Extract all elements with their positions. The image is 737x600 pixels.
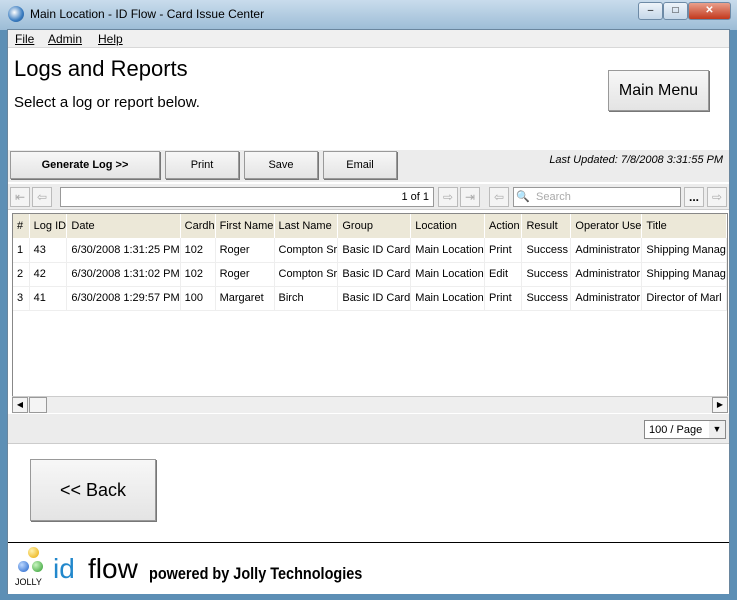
footer: JOLLY id flow powered by Jolly Technolog… xyxy=(8,542,729,594)
save-button[interactable]: Save xyxy=(244,151,318,179)
table-cell: Basic ID Card xyxy=(337,262,412,287)
title-bar: Main Location - ID Flow - Card Issue Cen… xyxy=(0,0,737,30)
column-header[interactable]: Log ID xyxy=(29,214,68,238)
table-cell: Shipping Manag xyxy=(641,262,727,287)
prev-page-icon[interactable]: ⇦ xyxy=(32,187,52,207)
table-cell: Margaret xyxy=(215,286,275,311)
table-cell: Compton Sr xyxy=(274,238,339,263)
first-page-icon[interactable]: ⇤ xyxy=(10,187,30,207)
jolly-logo: JOLLY xyxy=(12,545,48,593)
scroll-right-icon[interactable]: ▶ xyxy=(712,397,728,413)
last-updated: Last Updated: 7/8/2008 3:31:55 PM xyxy=(549,154,723,166)
table-cell: Roger xyxy=(215,238,275,263)
column-header[interactable]: Location xyxy=(410,214,486,238)
table-cell: Administrator xyxy=(570,238,643,263)
menu-bar: File Admin Help xyxy=(8,30,729,48)
page-size-select[interactable]: 100 / Page ▼ xyxy=(644,420,726,439)
main-menu-button[interactable]: Main Menu xyxy=(608,70,709,111)
print-button[interactable]: Print xyxy=(165,151,239,179)
column-header[interactable]: Last Name xyxy=(274,214,339,238)
table-cell: Basic ID Card xyxy=(337,238,412,263)
table-cell: Director of Marl xyxy=(641,286,727,311)
close-button[interactable]: ✕ xyxy=(688,2,731,20)
table-cell: Print xyxy=(484,286,523,311)
table-cell: 6/30/2008 1:31:25 PM xyxy=(66,238,181,263)
table-cell: Basic ID Card xyxy=(337,286,412,311)
scroll-left-icon[interactable]: ◀ xyxy=(12,397,28,413)
search-placeholder: Search xyxy=(536,191,571,203)
brand-flow: flow xyxy=(88,553,138,584)
table-cell: 42 xyxy=(29,262,68,287)
table-cell: Success xyxy=(521,238,572,263)
jolly-logo-text: JOLLY xyxy=(15,577,42,587)
back-button[interactable]: << Back xyxy=(30,459,156,521)
table-cell: Compton Sr xyxy=(274,262,339,287)
table-cell: Main Location xyxy=(410,238,486,263)
maximize-button[interactable]: □ xyxy=(663,2,688,20)
column-header[interactable]: Group xyxy=(337,214,412,238)
page-title: Logs and Reports xyxy=(14,56,188,81)
table-cell: 43 xyxy=(29,238,68,263)
email-button[interactable]: Email xyxy=(323,151,397,179)
page-subtitle: Select a log or report below. xyxy=(14,94,200,111)
brand-id: id xyxy=(53,553,75,584)
table-cell: Edit xyxy=(484,262,523,287)
next-page-icon[interactable]: ⇨ xyxy=(438,187,458,207)
table-cell: Print xyxy=(484,238,523,263)
app-icon xyxy=(8,6,24,22)
window-title: Main Location - ID Flow - Card Issue Cen… xyxy=(30,7,265,21)
table-cell: 6/30/2008 1:29:57 PM xyxy=(66,286,181,311)
column-header[interactable]: First Name xyxy=(215,214,275,238)
table-cell: 41 xyxy=(29,286,68,311)
table-cell: 3 xyxy=(13,286,30,311)
column-header[interactable]: Operator Use xyxy=(570,214,643,238)
table-cell: Administrator xyxy=(570,286,643,311)
navigation-bar: ⇤ ⇦ 1 of 1 ⇨ ⇥ ⇦ 🔍 Search ... ⇨ xyxy=(8,184,729,210)
column-header[interactable]: Date xyxy=(66,214,181,238)
search-back-icon[interactable]: ⇦ xyxy=(489,187,509,207)
table-cell: Success xyxy=(521,286,572,311)
column-header[interactable]: Action xyxy=(484,214,523,238)
binoculars-icon: 🔍 xyxy=(516,191,530,203)
table-row[interactable]: 2 42 6/30/2008 1:31:02 PM 102 Roger Compton S… xyxy=(13,262,727,287)
column-header[interactable]: Cardh xyxy=(180,214,216,238)
scroll-thumb[interactable] xyxy=(29,397,47,413)
table-cell: 102 xyxy=(180,262,216,287)
table-row[interactable]: 1 43 6/30/2008 1:31:25 PM 102 Roger Compton S… xyxy=(13,238,727,263)
table-cell: Roger xyxy=(215,262,275,287)
search-forward-icon[interactable]: ⇨ xyxy=(707,187,727,207)
app-window: File Admin Help Logs and Reports Select … xyxy=(7,29,730,594)
column-header[interactable]: Title xyxy=(641,214,727,238)
table-cell: 6/30/2008 1:31:02 PM xyxy=(66,262,181,287)
powered-by: powered by Jolly Technologies xyxy=(149,564,363,583)
pager-bar: 100 / Page ▼ xyxy=(8,414,729,444)
table-cell: 100 xyxy=(180,286,216,311)
table-cell: Administrator xyxy=(570,262,643,287)
table-cell: Main Location xyxy=(410,262,486,287)
last-page-icon[interactable]: ⇥ xyxy=(460,187,480,207)
page-size-value: 100 / Page xyxy=(649,424,703,436)
menu-help[interactable]: Help xyxy=(98,32,123,46)
table-row[interactable]: 3 41 6/30/2008 1:29:57 PM 100 Margaret Birch B… xyxy=(13,286,727,311)
table-cell: 1 xyxy=(13,238,30,263)
generate-log-button[interactable]: Generate Log >> xyxy=(10,151,160,179)
log-table: # Log ID Date Cardh First Name Last Name Group… xyxy=(12,213,728,413)
search-input[interactable]: 🔍 Search xyxy=(513,187,681,207)
column-header[interactable]: Result xyxy=(521,214,572,238)
menu-file[interactable]: File xyxy=(15,32,34,46)
menu-admin[interactable]: Admin xyxy=(48,32,82,46)
table-cell: Birch xyxy=(274,286,339,311)
table-cell: Main Location xyxy=(410,286,486,311)
more-button[interactable]: ... xyxy=(684,187,704,207)
column-header[interactable]: # xyxy=(13,214,30,238)
table-cell: 102 xyxy=(180,238,216,263)
chevron-down-icon[interactable]: ▼ xyxy=(709,421,725,438)
table-cell: Success xyxy=(521,262,572,287)
page-indicator: 1 of 1 xyxy=(60,187,434,207)
table-cell: Shipping Manag xyxy=(641,238,727,263)
table-cell: 2 xyxy=(13,262,30,287)
horizontal-scrollbar[interactable]: ◀ ▶ xyxy=(12,396,728,413)
minimize-button[interactable]: – xyxy=(638,2,663,20)
